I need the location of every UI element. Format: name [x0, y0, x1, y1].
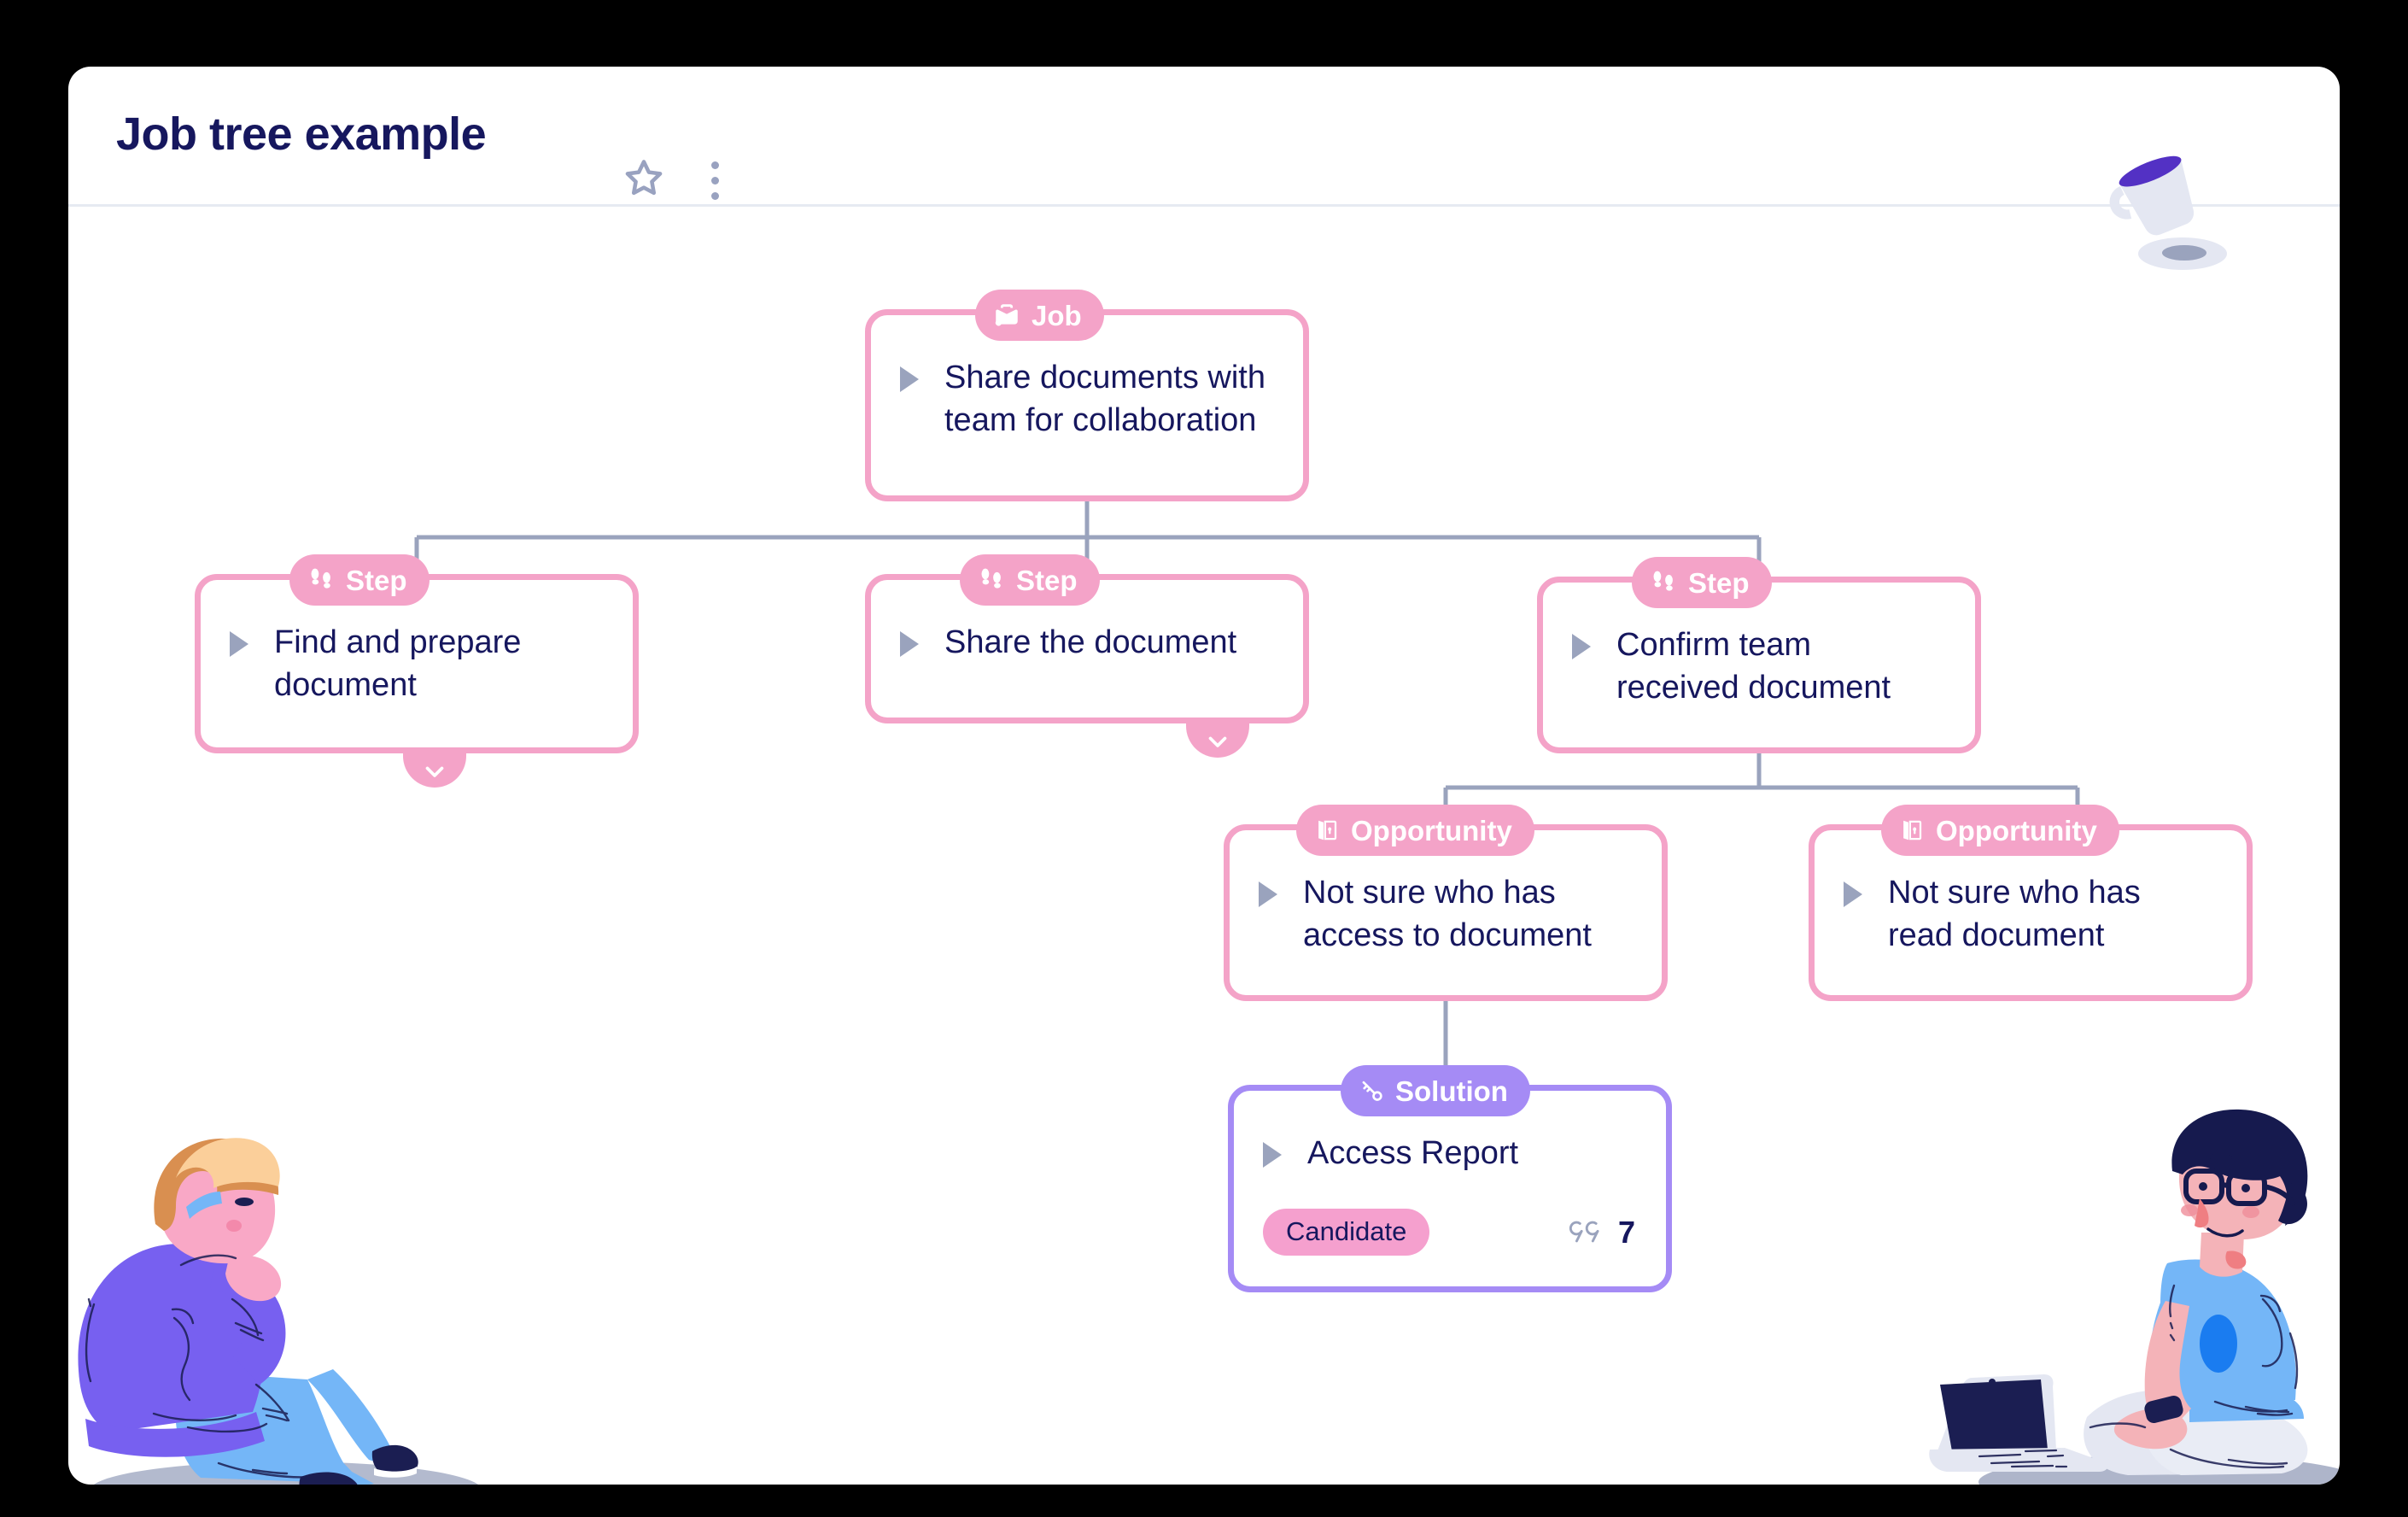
expand-caret-icon[interactable] — [1572, 634, 1591, 659]
node-type-badge-opportunity-2: Opportunity — [1881, 805, 2119, 856]
open-door-icon — [1313, 817, 1341, 844]
footprints-icon — [1649, 568, 1678, 597]
app-window: Job tree example Job Share documents wit… — [68, 67, 2340, 1485]
star-outline-icon[interactable] — [622, 156, 666, 205]
seated-person-thinking-illustration — [68, 1115, 495, 1485]
node-text: Confirm team received document — [1616, 627, 1891, 706]
node-type-badge-solution-1: Solution — [1341, 1065, 1530, 1116]
tree-node-step-3[interactable]: Step Confirm team received document — [1537, 557, 1981, 753]
node-type-badge-opportunity-1: Opportunity — [1296, 805, 1534, 856]
expand-caret-icon[interactable] — [1259, 882, 1277, 907]
quote-count[interactable]: 7 — [1565, 1215, 1635, 1250]
tree-node-opportunity-2[interactable]: Opportunity Not sure who has read docume… — [1809, 805, 2253, 1001]
node-type-label: Step — [1688, 566, 1750, 599]
expand-caret-icon[interactable] — [900, 366, 919, 392]
node-type-label: Step — [346, 564, 407, 596]
expand-caret-icon[interactable] — [1263, 1142, 1282, 1168]
key-icon — [1358, 1077, 1385, 1104]
node-text: Not sure who has access to document — [1303, 875, 1592, 954]
node-text: Share documents with team for collaborat… — [944, 360, 1265, 439]
tree-node-job[interactable]: Job Share documents with team for collab… — [865, 290, 1309, 501]
kebab-menu-icon[interactable] — [700, 157, 729, 203]
node-text: Find and prepare document — [274, 624, 522, 704]
kebab-dot — [710, 191, 719, 200]
expand-caret-icon[interactable] — [900, 631, 919, 657]
footprints-icon — [307, 565, 336, 594]
node-type-label: Job — [1032, 299, 1082, 331]
node-text: Not sure who has read document — [1888, 875, 2141, 954]
tree-node-solution-1[interactable]: Solution Access Report Candidate 7 — [1228, 1065, 1672, 1292]
footprints-icon — [977, 565, 1006, 594]
chevron-down-icon — [425, 766, 444, 777]
tree-node-opportunity-1[interactable]: Opportunity Not sure who has access to d… — [1224, 805, 1668, 1001]
tree-node-step-2[interactable]: Step Share the document — [865, 554, 1309, 758]
tree-node-step-1[interactable]: Step Find and prepare document — [195, 554, 639, 788]
node-type-badge-step-1: Step — [289, 554, 430, 606]
header-bar: Job tree example — [68, 67, 2340, 207]
quote-count-value: 7 — [1617, 1214, 1635, 1250]
open-door-icon — [1898, 817, 1926, 844]
node-type-badge-job: Job — [975, 290, 1104, 341]
briefcase-icon — [992, 301, 1021, 330]
node-type-badge-step-2: Step — [960, 554, 1100, 606]
node-type-label: Opportunity — [1936, 814, 2097, 846]
node-type-label: Opportunity — [1351, 814, 1512, 846]
node-type-label: Step — [1016, 564, 1078, 596]
chevron-down-icon — [1208, 736, 1227, 747]
expand-caret-icon[interactable] — [230, 631, 248, 657]
expand-caret-icon[interactable] — [1844, 882, 1862, 907]
status-badge-candidate[interactable]: Candidate — [1263, 1209, 1430, 1256]
node-meta-row: Candidate 7 — [1263, 1209, 1635, 1256]
node-type-label: Solution — [1395, 1075, 1508, 1107]
kebab-dot — [710, 161, 719, 169]
seated-person-with-laptop-illustration — [1889, 1104, 2340, 1485]
page-title: Job tree example — [116, 108, 487, 160]
quote-marks-icon — [1569, 1221, 1599, 1242]
node-text: Access Report — [1307, 1135, 1519, 1171]
node-text: Share the document — [944, 624, 1237, 660]
node-type-badge-step-3: Step — [1632, 557, 1772, 608]
kebab-dot — [710, 176, 719, 184]
